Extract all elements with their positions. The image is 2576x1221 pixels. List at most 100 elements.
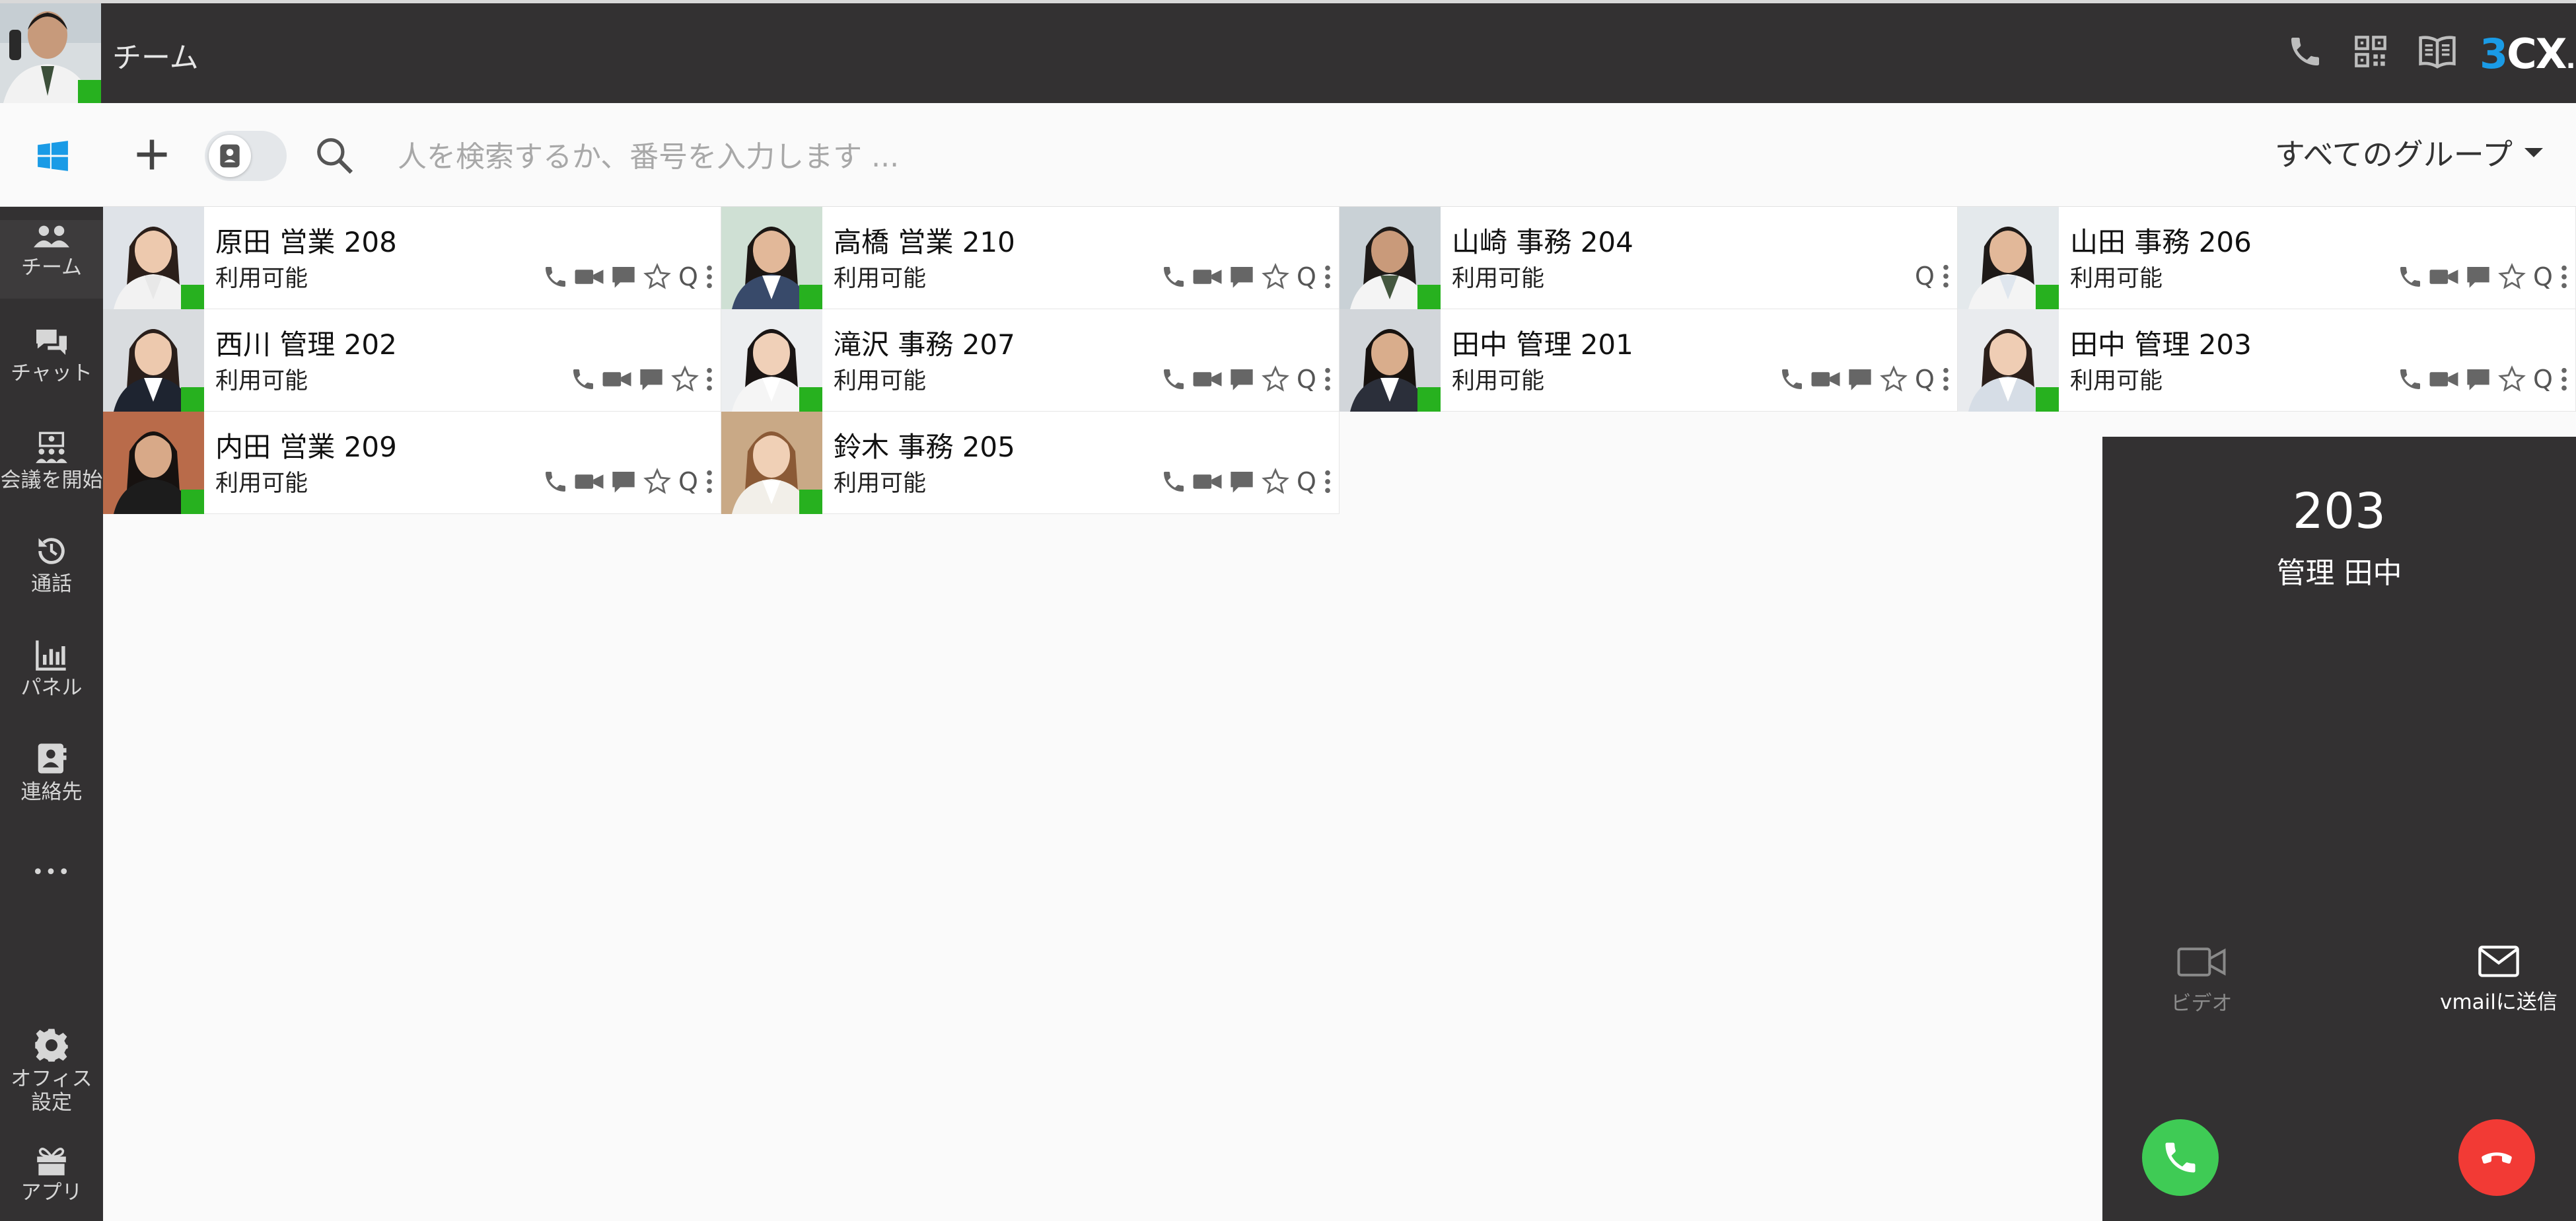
gear-icon bbox=[35, 1029, 68, 1062]
chat-button[interactable] bbox=[1228, 264, 1256, 290]
call-button[interactable] bbox=[2397, 264, 2423, 290]
chat-icon bbox=[1231, 472, 1253, 493]
contacts-toggle[interactable] bbox=[205, 131, 287, 181]
more-options-button[interactable] bbox=[1323, 366, 1332, 392]
queue-button[interactable]: Q bbox=[1295, 468, 1318, 495]
chat-button[interactable] bbox=[610, 468, 637, 495]
call-button[interactable] bbox=[1161, 264, 1187, 290]
sidebar-item-panel[interactable]: パネル bbox=[0, 638, 103, 700]
chat-button[interactable] bbox=[1846, 366, 1874, 392]
call-button[interactable] bbox=[1161, 468, 1187, 495]
chat-button[interactable] bbox=[2464, 264, 2492, 290]
more-options-button[interactable] bbox=[705, 468, 714, 495]
presence-available-indicator bbox=[2036, 285, 2059, 309]
favorite-star-button[interactable] bbox=[1261, 263, 1290, 291]
contact-card[interactable]: 原田 営業 208 利用可能 Q bbox=[103, 207, 721, 309]
favorite-star-button[interactable] bbox=[2497, 365, 2526, 393]
sidebar-item-contacts[interactable]: 連絡先 bbox=[0, 741, 103, 804]
chat-icon bbox=[612, 472, 635, 493]
video-call-button[interactable] bbox=[2429, 368, 2459, 390]
favorite-star-button[interactable] bbox=[670, 365, 699, 393]
video-call-button[interactable] bbox=[1192, 368, 1223, 390]
chat-icon bbox=[612, 267, 635, 288]
video-call-button[interactable] bbox=[2429, 266, 2459, 288]
call-button[interactable] bbox=[1779, 366, 1805, 392]
contacts-icon bbox=[38, 743, 67, 774]
queue-button[interactable]: Q bbox=[677, 468, 699, 495]
chat-button[interactable] bbox=[1228, 468, 1256, 495]
search-icon[interactable] bbox=[314, 135, 355, 176]
favorite-star-button[interactable] bbox=[643, 468, 672, 496]
call-button[interactable] bbox=[570, 366, 596, 392]
sidebar-item-team[interactable]: チーム bbox=[0, 220, 103, 299]
chat-button[interactable] bbox=[1228, 366, 1256, 392]
call-button[interactable] bbox=[542, 264, 569, 290]
sidebar-more-button[interactable]: ••• bbox=[0, 861, 103, 885]
queue-button[interactable]: Q bbox=[677, 264, 699, 290]
qr-code-icon[interactable] bbox=[2353, 33, 2388, 70]
more-options-button[interactable] bbox=[2559, 366, 2569, 392]
queue-button[interactable]: Q bbox=[2532, 366, 2554, 392]
more-options-button[interactable] bbox=[705, 366, 714, 392]
call-button[interactable] bbox=[1161, 366, 1187, 392]
star-icon bbox=[1880, 365, 1908, 392]
more-options-button[interactable] bbox=[1323, 468, 1332, 495]
decline-call-button[interactable] bbox=[2458, 1119, 2535, 1196]
chat-icon bbox=[2467, 267, 2489, 288]
group-filter-dropdown[interactable]: すべてのグループ bbox=[2275, 131, 2543, 174]
sidebar-item-apps[interactable]: アプリ bbox=[0, 1145, 103, 1204]
contact-card[interactable]: 山崎 事務 204 利用可能 Q bbox=[1340, 207, 1958, 309]
contact-card[interactable]: 西川 管理 202 利用可能 bbox=[103, 309, 721, 412]
manual-book-icon[interactable] bbox=[2417, 33, 2457, 70]
video-call-button[interactable] bbox=[574, 266, 604, 288]
sidebar-item-office-settings[interactable]: オフィス設定 bbox=[0, 1027, 103, 1115]
contact-card[interactable]: 滝沢 事務 207 利用可能 Q bbox=[721, 309, 1340, 412]
queue-button[interactable]: Q bbox=[1914, 366, 1936, 392]
contact-card[interactable]: 田中 管理 203 利用可能 Q bbox=[1958, 309, 2576, 412]
more-options-button[interactable] bbox=[1941, 263, 1950, 289]
contact-card[interactable]: 山田 事務 206 利用可能 Q bbox=[1958, 207, 2576, 309]
call-button[interactable] bbox=[542, 468, 569, 495]
sidebar-item-chat[interactable]: チャット bbox=[0, 327, 103, 385]
send-to-vmail-button[interactable]: vmailに送信 bbox=[2433, 945, 2565, 1015]
contact-card[interactable]: 鈴木 事務 205 利用可能 Q bbox=[721, 412, 1340, 514]
sidebar-item-label: アプリ bbox=[20, 1181, 83, 1204]
sidebar-item-meeting[interactable]: 会議を開始 bbox=[0, 430, 103, 492]
more-options-button[interactable] bbox=[2559, 264, 2569, 290]
windows-icon[interactable] bbox=[36, 139, 69, 172]
video-call-button[interactable] bbox=[602, 368, 632, 390]
phone-icon[interactable] bbox=[2287, 33, 2324, 70]
contact-card[interactable]: 田中 管理 201 利用可能 Q bbox=[1340, 309, 1958, 412]
queue-button[interactable]: Q bbox=[1295, 264, 1318, 290]
chat-button[interactable] bbox=[2464, 366, 2492, 392]
video-call-button[interactable] bbox=[1192, 266, 1223, 288]
video-call-button[interactable] bbox=[1810, 368, 1841, 390]
contact-card[interactable]: 内田 営業 209 利用可能 Q bbox=[103, 412, 721, 514]
favorite-star-button[interactable] bbox=[1879, 365, 1908, 393]
favorite-star-button[interactable] bbox=[643, 263, 672, 291]
video-call-button[interactable] bbox=[1192, 470, 1223, 493]
search-input[interactable] bbox=[396, 130, 1390, 184]
sidebar-item-calls[interactable]: 通話 bbox=[0, 534, 103, 596]
contact-name: 原田 営業 208 bbox=[215, 226, 397, 258]
contact-card[interactable]: 高橋 営業 210 利用可能 Q bbox=[721, 207, 1340, 309]
chat-button[interactable] bbox=[637, 366, 665, 392]
favorite-star-button[interactable] bbox=[1261, 468, 1290, 496]
favorite-star-button[interactable] bbox=[1261, 365, 1290, 393]
queue-button[interactable]: Q bbox=[1295, 366, 1318, 392]
call-button[interactable] bbox=[2397, 366, 2423, 392]
more-options-button[interactable] bbox=[705, 264, 714, 290]
video-button[interactable]: ビデオ bbox=[2149, 945, 2254, 1016]
chevron-down-icon bbox=[2524, 148, 2543, 157]
queue-button[interactable]: Q bbox=[2532, 264, 2554, 290]
video-call-button[interactable] bbox=[574, 470, 604, 493]
favorite-star-button[interactable] bbox=[2497, 263, 2526, 291]
add-button[interactable] bbox=[132, 135, 172, 174]
more-options-button[interactable] bbox=[1323, 264, 1332, 290]
more-options-button[interactable] bbox=[1941, 366, 1950, 392]
chat-button[interactable] bbox=[610, 264, 637, 290]
phone-icon bbox=[2165, 1142, 2196, 1173]
queue-button[interactable]: Q bbox=[1914, 263, 1936, 289]
answer-call-button[interactable] bbox=[2142, 1119, 2219, 1196]
presence-available-indicator bbox=[799, 285, 822, 309]
